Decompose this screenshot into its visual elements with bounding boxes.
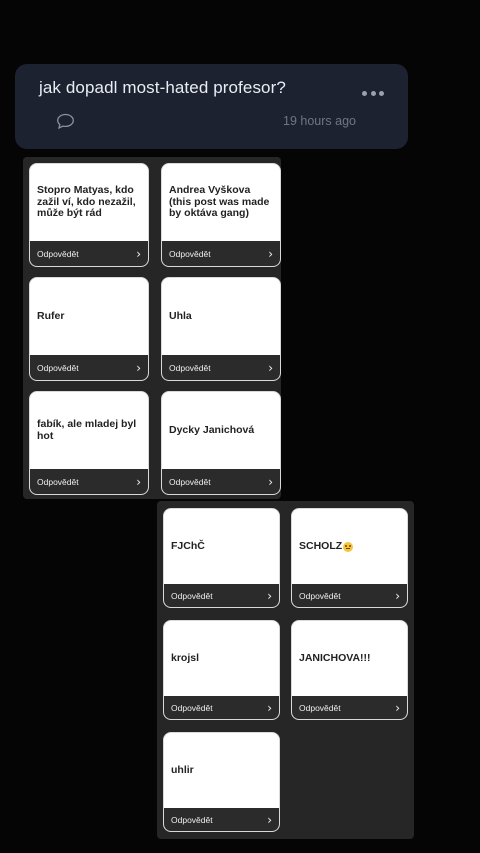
chevron-right-icon: ›	[267, 812, 272, 827]
reply-button-label: Odpovědět	[37, 248, 79, 259]
reply-card: Rufer Odpovědět ›	[29, 277, 149, 381]
chevron-right-icon: ›	[268, 360, 273, 375]
smiley-emoji-icon	[343, 541, 354, 552]
reply-button-label: Odpovědět	[171, 814, 213, 825]
reply-card: uhlir Odpovědět ›	[163, 732, 280, 832]
reply-text-label: SCHOLZ	[299, 539, 343, 552]
reply-sheet-2: FJChČ Odpovědět › SCHOLZ Odpovědět › kro…	[157, 501, 414, 839]
post-header: jak dopadl most-hated profesor? 19 hours…	[15, 64, 408, 149]
reply-button[interactable]: Odpovědět ›	[164, 696, 279, 719]
reply-button[interactable]: Odpovědět ›	[30, 355, 148, 380]
reply-button[interactable]: Odpovědět ›	[164, 584, 279, 607]
reply-button-label: Odpovědět	[37, 362, 79, 373]
reply-sheet-1: Stopro Matyas, kdo zažil ví, kdo nezažil…	[23, 157, 281, 499]
reply-button-label: Odpovědět	[171, 590, 213, 601]
reply-text: Rufer	[37, 309, 65, 322]
reply-card: FJChČ Odpovědět ›	[163, 508, 280, 608]
reply-text: krojsl	[171, 651, 200, 664]
chevron-right-icon: ›	[136, 360, 141, 375]
chevron-right-icon: ›	[268, 474, 273, 489]
reply-card: Stopro Matyas, kdo zažil ví, kdo nezažil…	[29, 163, 149, 267]
reply-button-label: Odpovědět	[169, 248, 211, 259]
reply-button-label: Odpovědět	[169, 476, 211, 487]
reply-card: Uhla Odpovědět ›	[161, 277, 281, 381]
chevron-right-icon: ›	[268, 246, 273, 261]
reply-button-label: Odpovědět	[299, 590, 341, 601]
reply-button[interactable]: Odpovědět ›	[162, 241, 280, 266]
chevron-right-icon: ›	[136, 246, 141, 261]
reply-text: Uhla	[169, 309, 192, 322]
chevron-right-icon: ›	[136, 474, 141, 489]
reply-text: Dycky Janichová	[169, 423, 255, 436]
reply-text: JANICHOVA!!!	[299, 651, 371, 664]
reply-card: Andrea Vyškova (this post was made by ok…	[161, 163, 281, 267]
reply-button[interactable]: Odpovědět ›	[292, 584, 407, 607]
post-title: jak dopadl most-hated profesor?	[39, 78, 286, 97]
reply-text: Andrea Vyškova (this post was made by ok…	[169, 184, 270, 220]
reply-button[interactable]: Odpovědět ›	[162, 355, 280, 380]
reply-text: SCHOLZ	[292, 509, 407, 584]
reply-button-label: Odpovědět	[299, 702, 341, 713]
reply-card: SCHOLZ Odpovědět ›	[291, 508, 408, 608]
post-timestamp: 19 hours ago	[283, 114, 356, 128]
comment-bubble-icon[interactable]	[56, 113, 75, 130]
reply-text: uhlir	[171, 763, 194, 776]
reply-text: Stopro Matyas, kdo zažil ví, kdo nezažil…	[37, 184, 136, 220]
reply-card: Dycky Janichová Odpovědět ›	[161, 391, 281, 495]
reply-button[interactable]: Odpovědět ›	[162, 469, 280, 494]
reply-card: fabík, ale mladej byl hot Odpovědět ›	[29, 391, 149, 495]
reply-card: JANICHOVA!!! Odpovědět ›	[291, 620, 408, 720]
reply-text: fabík, ale mladej byl hot	[37, 418, 137, 442]
chevron-right-icon: ›	[267, 588, 272, 603]
chevron-right-icon: ›	[267, 700, 272, 715]
reply-button[interactable]: Odpovědět ›	[164, 808, 279, 831]
reply-button[interactable]: Odpovědět ›	[292, 696, 407, 719]
reply-text: FJChČ	[171, 539, 205, 552]
reply-button-label: Odpovědět	[171, 702, 213, 713]
reply-card: krojsl Odpovědět ›	[163, 620, 280, 720]
chevron-right-icon: ›	[395, 588, 400, 603]
reply-button-label: Odpovědět	[37, 476, 79, 487]
reply-button-label: Odpovědět	[169, 362, 211, 373]
more-dots-icon[interactable]	[362, 90, 384, 96]
chevron-right-icon: ›	[395, 700, 400, 715]
reply-button[interactable]: Odpovědět ›	[30, 469, 148, 494]
reply-button[interactable]: Odpovědět ›	[30, 241, 148, 266]
